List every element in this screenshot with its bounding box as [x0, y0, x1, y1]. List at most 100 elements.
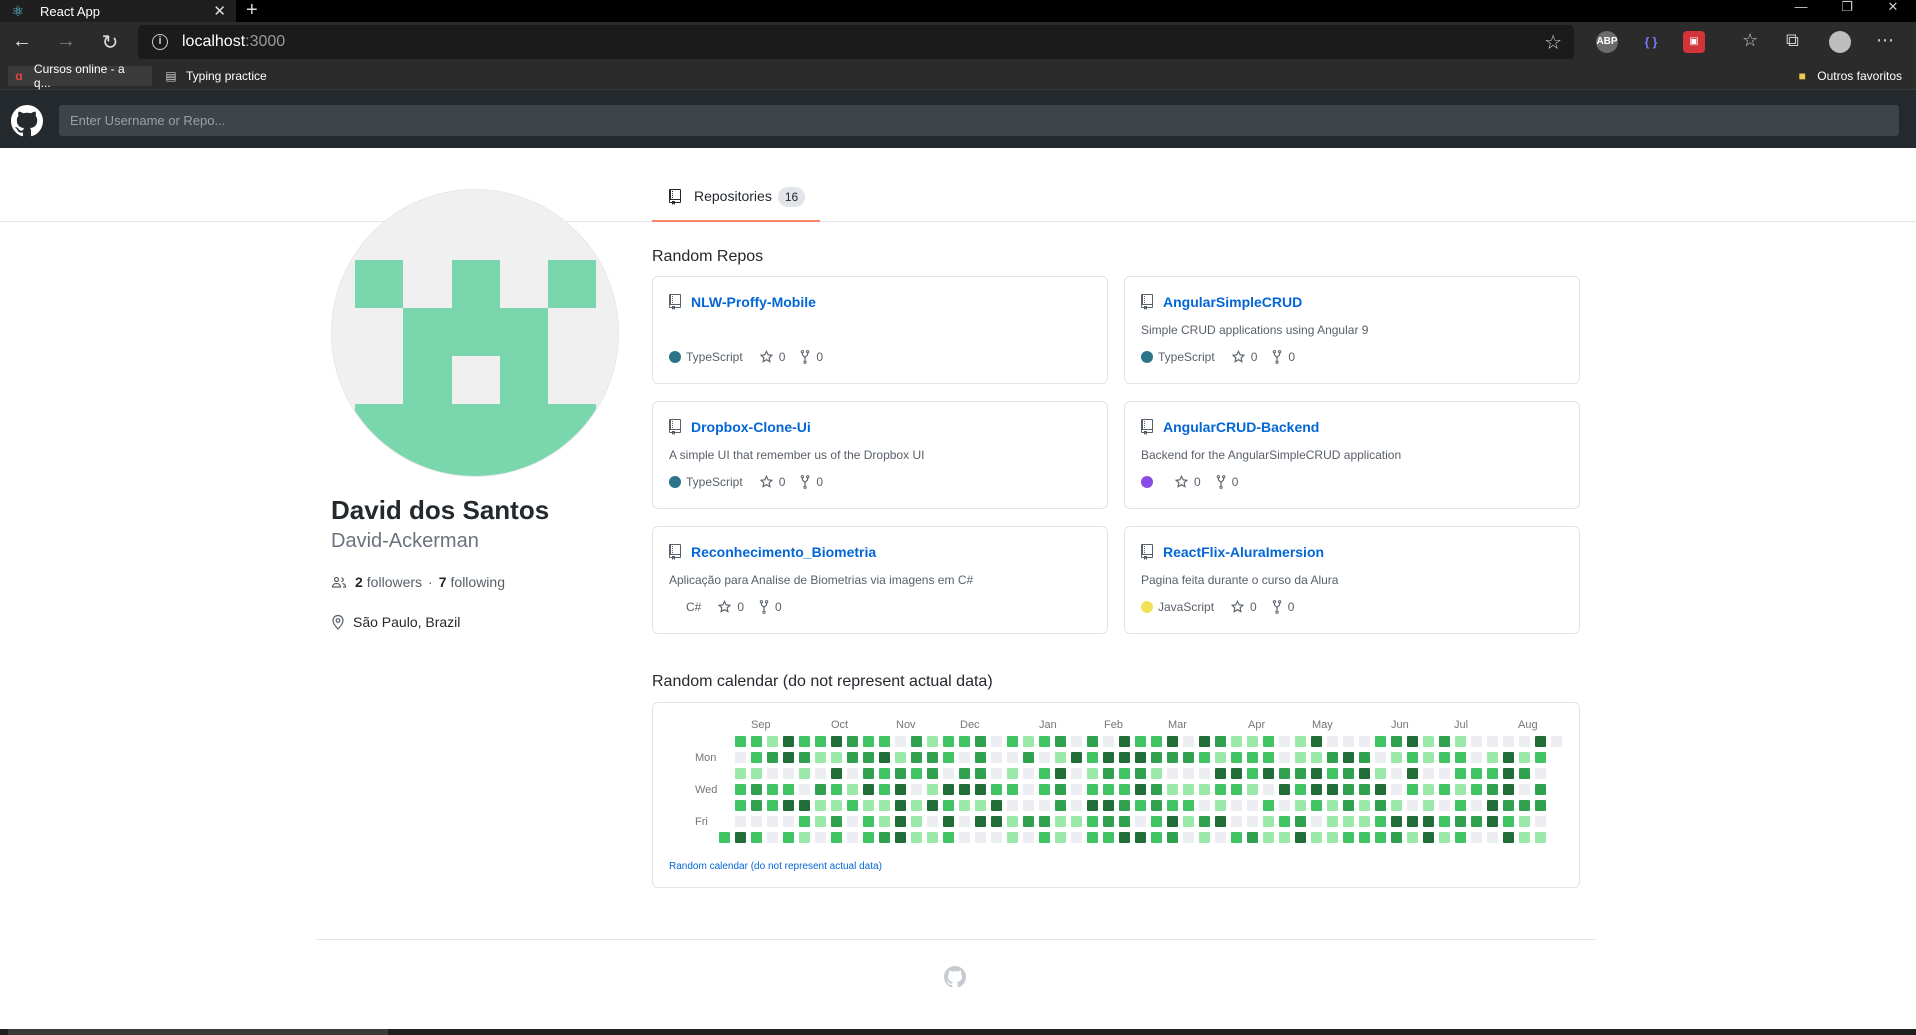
calendar-day-cell[interactable] — [1263, 832, 1274, 843]
other-favorites-folder[interactable]: ■ Outros favoritos — [1795, 66, 1902, 86]
calendar-day-cell[interactable] — [799, 768, 810, 779]
calendar-day-cell[interactable] — [975, 736, 986, 747]
calendar-day-cell[interactable] — [1391, 784, 1402, 795]
calendar-day-cell[interactable] — [1471, 800, 1482, 811]
calendar-day-cell[interactable] — [1455, 752, 1466, 763]
calendar-day-cell[interactable] — [783, 752, 794, 763]
calendar-day-cell[interactable] — [879, 736, 890, 747]
calendar-day-cell[interactable] — [1087, 784, 1098, 795]
calendar-day-cell[interactable] — [863, 752, 874, 763]
calendar-day-cell[interactable] — [1535, 752, 1546, 763]
calendar-day-cell[interactable] — [1407, 752, 1418, 763]
calendar-day-cell[interactable] — [1055, 752, 1066, 763]
repo-card[interactable]: NLW-Proffy-Mobile TypeScript 0 0 — [652, 276, 1108, 384]
calendar-day-cell[interactable] — [1215, 816, 1226, 827]
repo-forks[interactable]: 0 — [1271, 350, 1295, 364]
calendar-day-cell[interactable] — [1231, 784, 1242, 795]
calendar-day-cell[interactable] — [815, 816, 826, 827]
calendar-day-cell[interactable] — [735, 752, 746, 763]
calendar-day-cell[interactable] — [1039, 832, 1050, 843]
calendar-day-cell[interactable] — [1183, 800, 1194, 811]
calendar-day-cell[interactable] — [767, 832, 778, 843]
calendar-day-cell[interactable] — [975, 832, 986, 843]
calendar-day-cell[interactable] — [799, 736, 810, 747]
calendar-day-cell[interactable] — [1455, 832, 1466, 843]
repo-name-link[interactable]: AngularCRUD-Backend — [1163, 419, 1319, 435]
calendar-day-cell[interactable] — [1135, 832, 1146, 843]
calendar-day-cell[interactable] — [895, 800, 906, 811]
calendar-day-cell[interactable] — [1535, 816, 1546, 827]
calendar-day-cell[interactable] — [1503, 816, 1514, 827]
calendar-day-cell[interactable] — [1007, 832, 1018, 843]
calendar-day-cell[interactable] — [991, 784, 1002, 795]
calendar-day-cell[interactable] — [1423, 800, 1434, 811]
calendar-day-cell[interactable] — [1055, 800, 1066, 811]
calendar-day-cell[interactable] — [911, 736, 922, 747]
calendar-day-cell[interactable] — [1151, 816, 1162, 827]
calendar-day-cell[interactable] — [831, 768, 842, 779]
more-menu-icon[interactable]: ⋯ — [1876, 30, 1894, 51]
calendar-day-cell[interactable] — [1487, 800, 1498, 811]
calendar-day-cell[interactable] — [1247, 768, 1258, 779]
calendar-day-cell[interactable] — [1071, 832, 1082, 843]
calendar-day-cell[interactable] — [1535, 768, 1546, 779]
calendar-day-cell[interactable] — [975, 800, 986, 811]
calendar-day-cell[interactable] — [1023, 816, 1034, 827]
calendar-day-cell[interactable] — [1183, 816, 1194, 827]
calendar-day-cell[interactable] — [1439, 784, 1450, 795]
calendar-day-cell[interactable] — [1311, 768, 1322, 779]
calendar-day-cell[interactable] — [1087, 736, 1098, 747]
calendar-day-cell[interactable] — [1007, 736, 1018, 747]
calendar-day-cell[interactable] — [1199, 752, 1210, 763]
calendar-day-cell[interactable] — [1167, 768, 1178, 779]
calendar-day-cell[interactable] — [1407, 816, 1418, 827]
calendar-day-cell[interactable] — [1039, 816, 1050, 827]
calendar-day-cell[interactable] — [767, 752, 778, 763]
calendar-day-cell[interactable] — [831, 736, 842, 747]
calendar-day-cell[interactable] — [927, 752, 938, 763]
calendar-day-cell[interactable] — [1247, 816, 1258, 827]
repo-stars[interactable]: 0 — [1174, 475, 1201, 489]
calendar-day-cell[interactable] — [1375, 832, 1386, 843]
calendar-day-cell[interactable] — [1071, 800, 1082, 811]
calendar-day-cell[interactable] — [1279, 768, 1290, 779]
calendar-day-cell[interactable] — [1215, 736, 1226, 747]
calendar-day-cell[interactable] — [991, 816, 1002, 827]
calendar-day-cell[interactable] — [1119, 784, 1130, 795]
calendar-day-cell[interactable] — [751, 784, 762, 795]
calendar-day-cell[interactable] — [1199, 800, 1210, 811]
calendar-day-cell[interactable] — [751, 816, 762, 827]
calendar-day-cell[interactable] — [1359, 752, 1370, 763]
followers-count[interactable]: 2 — [355, 574, 363, 590]
bookmark-cursos[interactable]: ɑ Cursos online - a q... — [8, 62, 152, 90]
minimize-icon[interactable]: — — [1778, 0, 1824, 22]
calendar-day-cell[interactable] — [943, 752, 954, 763]
calendar-day-cell[interactable] — [1167, 816, 1178, 827]
calendar-day-cell[interactable] — [1039, 752, 1050, 763]
calendar-day-cell[interactable] — [1279, 752, 1290, 763]
calendar-day-cell[interactable] — [1199, 768, 1210, 779]
calendar-day-cell[interactable] — [1263, 736, 1274, 747]
calendar-day-cell[interactable] — [1183, 832, 1194, 843]
calendar-day-cell[interactable] — [1071, 736, 1082, 747]
calendar-day-cell[interactable] — [1327, 816, 1338, 827]
calendar-day-cell[interactable] — [1087, 768, 1098, 779]
calendar-day-cell[interactable] — [959, 832, 970, 843]
calendar-day-cell[interactable] — [959, 736, 970, 747]
calendar-day-cell[interactable] — [767, 800, 778, 811]
calendar-day-cell[interactable] — [991, 800, 1002, 811]
calendar-day-cell[interactable] — [1087, 832, 1098, 843]
calendar-day-cell[interactable] — [1183, 752, 1194, 763]
calendar-day-cell[interactable] — [1295, 784, 1306, 795]
calendar-day-cell[interactable] — [1039, 768, 1050, 779]
calendar-day-cell[interactable] — [1471, 768, 1482, 779]
calendar-day-cell[interactable] — [1455, 768, 1466, 779]
calendar-day-cell[interactable] — [735, 784, 746, 795]
calendar-day-cell[interactable] — [1535, 784, 1546, 795]
calendar-day-cell[interactable] — [1279, 832, 1290, 843]
calendar-day-cell[interactable] — [863, 736, 874, 747]
calendar-day-cell[interactable] — [1519, 800, 1530, 811]
calendar-day-cell[interactable] — [1023, 832, 1034, 843]
calendar-day-cell[interactable] — [991, 752, 1002, 763]
repo-title[interactable]: Dropbox-Clone-Ui — [669, 418, 1091, 436]
